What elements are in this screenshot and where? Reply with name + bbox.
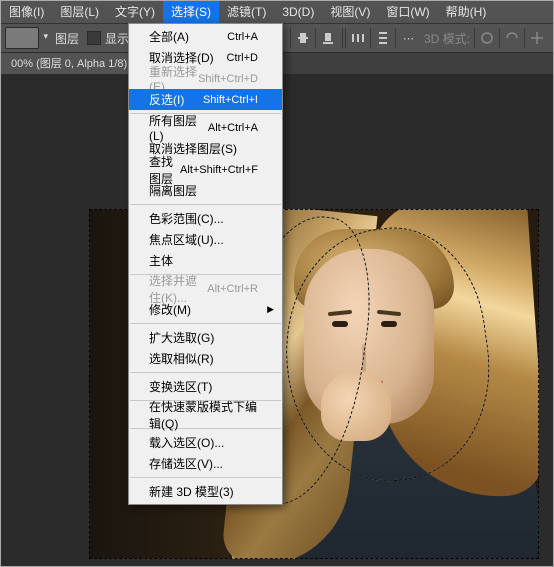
- menu-row-label: 主体: [149, 252, 258, 269]
- mode-3d-pan-icon[interactable]: [524, 28, 549, 48]
- menu-row[interactable]: 所有图层(L)Alt+Ctrl+A: [129, 117, 282, 138]
- menu-separator: [130, 204, 281, 205]
- mode-3d-roll-icon[interactable]: [499, 28, 524, 48]
- more-align-icon[interactable]: ⋯: [395, 28, 420, 48]
- menu-item-type[interactable]: 文字(Y): [107, 1, 163, 23]
- menu-row[interactable]: 焦点区域(U)...: [129, 229, 282, 250]
- menu-row-shortcut: Shift+Ctrl+I: [203, 94, 258, 106]
- menu-row-shortcut: Alt+Ctrl+R: [207, 283, 258, 295]
- menu-separator: [130, 323, 281, 324]
- mode-3d-orbit-icon[interactable]: [474, 28, 499, 48]
- tool-preset-label: 图层: [55, 30, 79, 47]
- menu-row-label: 载入选区(O)...: [149, 434, 258, 451]
- menu-row-label: 全部(A): [149, 28, 227, 45]
- menu-row-label: 扩大选取(G): [149, 329, 258, 346]
- mode-3d-label: 3D 模式:: [424, 30, 470, 47]
- menu-row-label: 存储选区(V)...: [149, 455, 258, 472]
- select-menu-dropdown: 全部(A)Ctrl+A取消选择(D)Ctrl+D重新选择(E)Shift+Ctr…: [128, 23, 283, 505]
- menu-item-select[interactable]: 选择(S): [163, 1, 219, 23]
- menu-item-layer[interactable]: 图层(L): [52, 1, 107, 23]
- menu-row: 选择并遮住(K)...Alt+Ctrl+R: [129, 278, 282, 299]
- menu-row-label: 焦点区域(U)...: [149, 231, 258, 248]
- menu-row-label: 隔离图层: [149, 182, 258, 199]
- menu-row-label: 色彩范围(C)...: [149, 210, 258, 227]
- align-center-v-icon[interactable]: [290, 28, 315, 48]
- menu-row-shortcut: Ctrl+D: [227, 52, 258, 64]
- menu-row[interactable]: 修改(M) ▶: [129, 299, 282, 320]
- menu-row-shortcut: Alt+Ctrl+A: [208, 122, 258, 134]
- menu-row[interactable]: 查找图层Alt+Shift+Ctrl+F: [129, 159, 282, 180]
- menu-row-label: 选取相似(R): [149, 350, 258, 367]
- distribute-v-icon[interactable]: [370, 28, 395, 48]
- menu-row[interactable]: 主体: [129, 250, 282, 271]
- menu-row-shortcut: Shift+Ctrl+D: [198, 73, 258, 85]
- show-transform-checkbox[interactable]: [87, 31, 101, 45]
- menu-row[interactable]: 新建 3D 模型(3): [129, 481, 282, 502]
- document-tab-title: 00% (图层 0, Alpha 1/8) *: [11, 58, 135, 70]
- menu-item-filter[interactable]: 滤镜(T): [219, 1, 274, 23]
- menu-row-shortcut: Alt+Shift+Ctrl+F: [180, 164, 258, 176]
- menu-bar: 图像(I) 图层(L) 文字(Y) 选择(S) 滤镜(T) 3D(D) 视图(V…: [1, 1, 553, 24]
- menu-item-window[interactable]: 窗口(W): [378, 1, 437, 23]
- menu-row-label: 在快速蒙版模式下编辑(Q): [149, 398, 258, 432]
- submenu-arrow-icon: ▶: [267, 304, 274, 315]
- menu-row[interactable]: 载入选区(O)...: [129, 432, 282, 453]
- menu-row[interactable]: 选取相似(R): [129, 348, 282, 369]
- app-frame: 图像(I) 图层(L) 文字(Y) 选择(S) 滤镜(T) 3D(D) 视图(V…: [0, 0, 554, 567]
- menu-row-label: 变换选区(T): [149, 378, 258, 395]
- menu-row-label: 反选(I): [149, 91, 203, 108]
- menu-item-help[interactable]: 帮助(H): [438, 1, 495, 23]
- menu-row-shortcut: Ctrl+A: [227, 31, 258, 43]
- svg-text:⋯: ⋯: [403, 33, 414, 45]
- menu-separator: [130, 477, 281, 478]
- menu-row[interactable]: 扩大选取(G): [129, 327, 282, 348]
- menu-row[interactable]: 在快速蒙版模式下编辑(Q): [129, 404, 282, 425]
- align-bottom-icon[interactable]: [315, 28, 340, 48]
- menu-item-3d[interactable]: 3D(D): [274, 1, 322, 23]
- menu-row[interactable]: 存储选区(V)...: [129, 453, 282, 474]
- distribute-h-icon[interactable]: [345, 28, 370, 48]
- menu-row-label: 修改(M): [149, 301, 258, 318]
- menu-item-image[interactable]: 图像(I): [1, 1, 52, 23]
- menu-item-view[interactable]: 视图(V): [322, 1, 378, 23]
- tool-preset-picker[interactable]: [5, 27, 39, 49]
- menu-separator: [130, 372, 281, 373]
- menu-row[interactable]: 变换选区(T): [129, 376, 282, 397]
- menu-row: 重新选择(E)Shift+Ctrl+D: [129, 68, 282, 89]
- menu-row-label: 新建 3D 模型(3): [149, 483, 258, 500]
- menu-row[interactable]: 反选(I)Shift+Ctrl+I: [129, 89, 282, 110]
- menu-row[interactable]: 色彩范围(C)...: [129, 208, 282, 229]
- menu-row[interactable]: 隔离图层: [129, 180, 282, 201]
- menu-row[interactable]: 全部(A)Ctrl+A: [129, 26, 282, 47]
